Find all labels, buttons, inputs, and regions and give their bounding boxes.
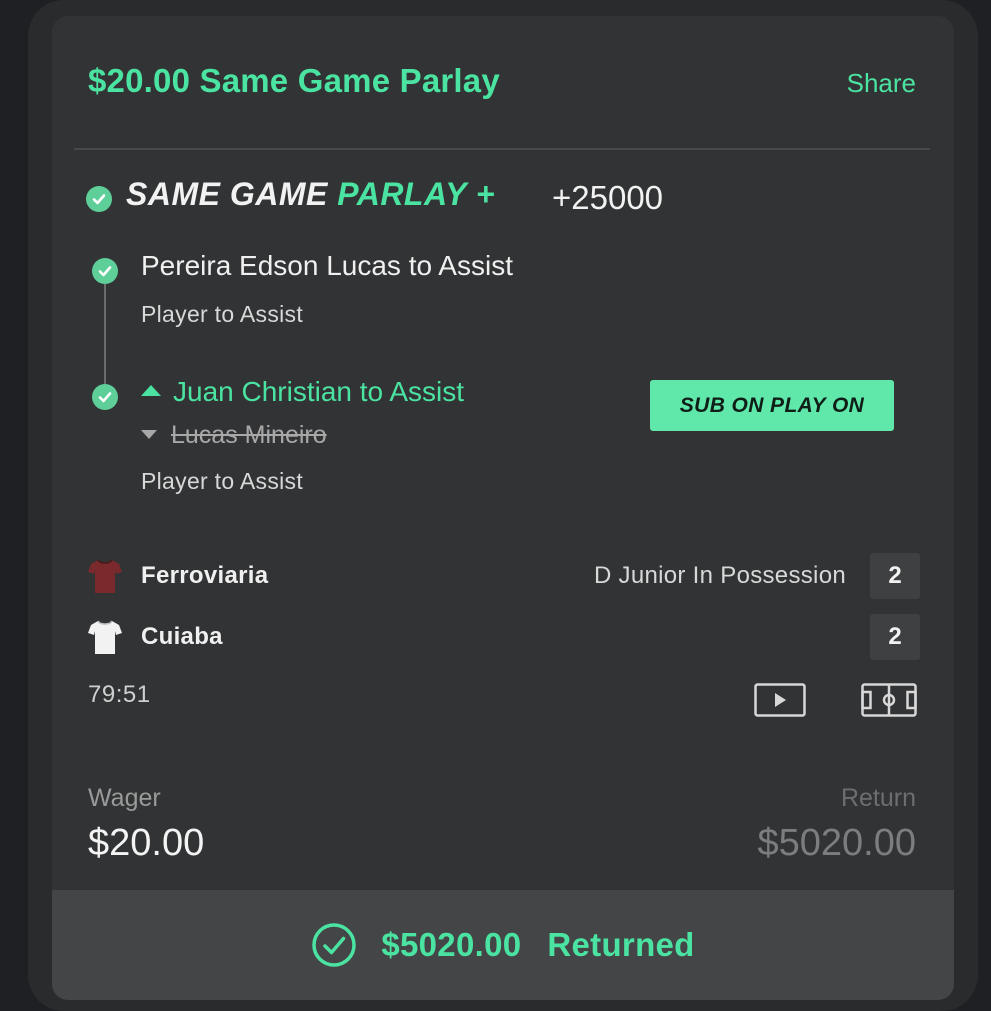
- play-video-icon[interactable]: [754, 683, 806, 717]
- divider: [74, 148, 930, 150]
- returned-status: Returned: [547, 926, 695, 963]
- wager-amount: $20.00: [88, 822, 205, 864]
- team-score: 2: [870, 553, 920, 599]
- check-circle-outline-icon: [312, 923, 357, 967]
- share-button[interactable]: Share: [847, 68, 916, 99]
- check-circle-icon: [92, 258, 118, 284]
- team-row: Cuiaba 2: [88, 614, 920, 660]
- same-game-parlay-label: SAME GAME PARLAY +: [126, 176, 495, 213]
- team-name: Ferroviaria: [141, 562, 269, 589]
- returned-amount: $5020.00: [381, 926, 522, 963]
- return-label: Return: [840, 784, 916, 812]
- match-clock: 79:51: [88, 681, 151, 708]
- leg-connector-line: [104, 274, 106, 394]
- return-amount: $5020.00: [757, 822, 917, 864]
- leg-market: Player to Assist: [141, 301, 304, 327]
- jersey-icon: [88, 559, 122, 593]
- possession-status: D Junior In Possession: [593, 562, 846, 589]
- returned-banner: $5020.00 Returned: [52, 890, 954, 1000]
- sub-out-player: Lucas Mineiro: [171, 421, 327, 449]
- check-circle-icon: [92, 384, 118, 410]
- sub-in-player: Juan Christian to Assist: [173, 376, 465, 407]
- leg-title: Pereira Edson Lucas to Assist: [141, 250, 513, 281]
- leg-title-substituted: Juan Christian to Assist: [141, 376, 464, 408]
- sgp-label-prefix: SAME GAME: [126, 176, 338, 212]
- check-circle-icon: [86, 186, 112, 212]
- sub-on-play-on-badge: SUB ON PLAY ON: [650, 380, 894, 431]
- team-row: Ferroviaria D Junior In Possession 2: [88, 553, 920, 599]
- parlay-odds: +25000: [552, 179, 664, 216]
- bet-title: $20.00 Same Game Parlay: [88, 62, 500, 99]
- bet-card: $20.00 Same Game Parlay Share SAME GAME …: [52, 16, 954, 1000]
- team-score: 2: [870, 614, 920, 660]
- pitch-tracker-icon[interactable]: [861, 683, 917, 717]
- jersey-icon: [88, 620, 122, 654]
- replaced-player: Lucas Mineiro: [141, 421, 327, 450]
- arrow-down-icon: [141, 429, 157, 439]
- leg-market: Player to Assist: [141, 468, 304, 494]
- sgp-label-accent: PARLAY +: [337, 176, 496, 212]
- team-name: Cuiaba: [141, 623, 223, 650]
- arrow-up-icon: [141, 385, 161, 397]
- wager-label: Wager: [88, 784, 161, 812]
